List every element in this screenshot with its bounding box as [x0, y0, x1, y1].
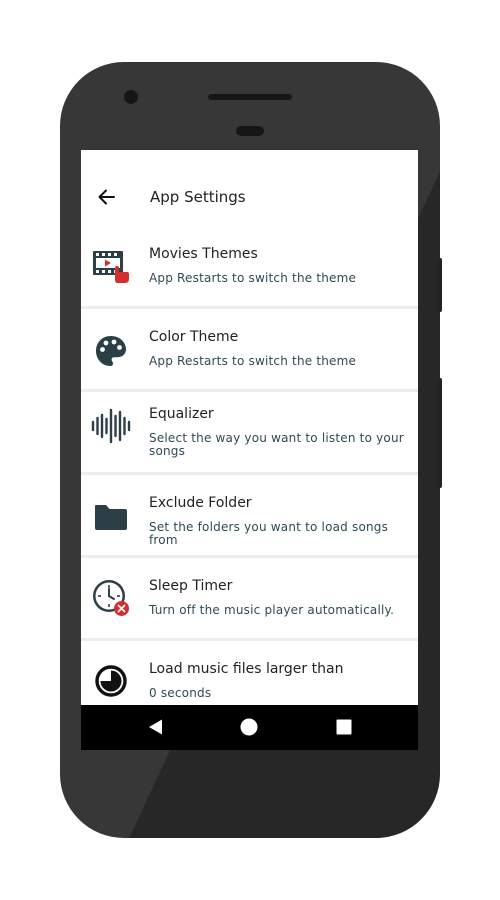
setting-subtitle: Set the folders you want to load songs f… — [149, 520, 389, 547]
setting-subtitle: Select the way you want to listen to you… — [149, 431, 404, 458]
front-camera — [124, 90, 138, 104]
circle-home-icon[interactable] — [240, 718, 258, 736]
earpiece-speaker — [208, 94, 292, 100]
setting-sleep-timer[interactable]: Sleep Timer Turn off the music player au… — [81, 558, 418, 641]
arrow-left-icon[interactable] — [97, 187, 117, 207]
triangle-back-icon[interactable] — [147, 718, 165, 736]
palette-icon — [96, 336, 126, 366]
setting-equalizer[interactable]: Equalizer Select the way you want to lis… — [81, 392, 418, 475]
page-title: App Settings — [150, 188, 246, 206]
setting-title: Equalizer — [149, 406, 214, 422]
app-bar: App Settings — [81, 150, 418, 228]
proximity-sensor — [236, 126, 264, 136]
setting-subtitle: App Restarts to switch the theme — [149, 354, 357, 368]
setting-subtitle: 0 seconds — [149, 686, 212, 700]
clock-timer-icon — [93, 580, 129, 616]
setting-color-theme[interactable]: Color Theme App Restarts to switch the t… — [81, 309, 418, 392]
settings-list: Movies Themes App Restarts to switch the… — [81, 226, 418, 724]
movie-touch-icon — [93, 251, 129, 283]
folder-icon — [95, 505, 127, 530]
system-nav-bar — [81, 705, 418, 750]
setting-title: Color Theme — [149, 329, 239, 345]
volume-button — [437, 378, 442, 488]
timer-icon — [95, 665, 127, 697]
setting-movies-themes[interactable]: Movies Themes App Restarts to switch the… — [81, 226, 418, 309]
square-recents-icon[interactable] — [336, 719, 352, 735]
setting-subtitle: App Restarts to switch the theme — [149, 271, 357, 285]
setting-title: Movies Themes — [149, 246, 258, 262]
power-button — [437, 258, 442, 312]
phone-screen: App Settings Movies Themes App Restarts … — [81, 150, 418, 750]
setting-title: Exclude Folder — [149, 495, 252, 511]
sound-wave-icon — [91, 408, 131, 444]
setting-title: Sleep Timer — [149, 578, 233, 594]
setting-subtitle: Turn off the music player automatically. — [149, 603, 395, 617]
setting-title: Load music files larger than — [149, 661, 344, 677]
setting-exclude-folder[interactable]: Exclude Folder Set the folders you want … — [81, 475, 418, 558]
